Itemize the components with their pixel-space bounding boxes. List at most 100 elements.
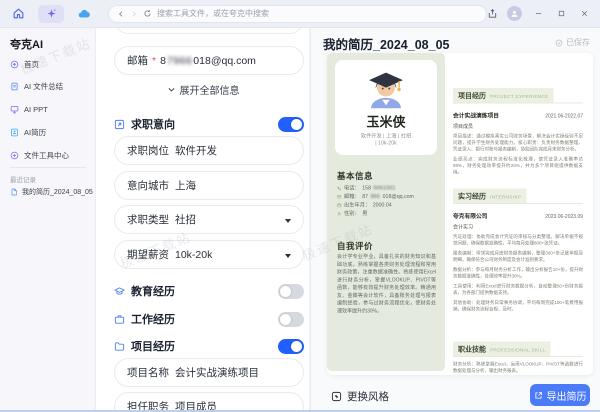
resume-form-panel: 联系电话 * 158 0061001 邮箱 * 8 7966 018@qq.co…	[96, 28, 310, 412]
back-icon[interactable]	[117, 10, 125, 18]
role-field[interactable]: 担任职务 项目成员	[114, 392, 304, 412]
field-value: 软件开发	[175, 145, 217, 157]
job-type-select[interactable]: 求职类型 社招	[114, 205, 304, 234]
document-icon	[10, 82, 19, 91]
home-icon[interactable]	[8, 4, 28, 24]
sidebar-item-file-summary[interactable]: AI 文件总结	[6, 78, 90, 95]
project-name-field[interactable]: 项目名称 会计实战演练项目	[114, 358, 304, 387]
folder-icon	[114, 341, 125, 352]
forward-icon[interactable]	[130, 10, 138, 18]
info-phone: 电话： 158 0061001	[337, 184, 437, 193]
resume-preview-panel: 我的简历_2024_08_05 已保存 玉米侠 软件开发 | 上海 | 社招 |…	[310, 28, 600, 410]
section-title-cn: 实习经历	[458, 192, 486, 200]
resume-subtitle-line1: 软件开发 | 上海 | 社招	[360, 133, 412, 139]
project-desc: 业绩亮点：完成财务流程标准化梳理，使凭证录入准确率达99%，财务处理效率提升约2…	[453, 156, 583, 175]
resume-left-column: 玉米侠 软件开发 | 上海 | 社招 | 10k-20k 基本信息 电话： 158…	[327, 53, 445, 371]
email-value-prefix: 8	[160, 54, 166, 67]
phone-icon	[337, 186, 342, 191]
info-value: 87	[362, 193, 369, 200]
education-toggle[interactable]	[278, 284, 304, 299]
tools-icon	[10, 151, 19, 160]
caret-down-icon	[285, 218, 291, 223]
skills-header: 职业技能 PROFESSIONAL SKILL	[453, 341, 583, 357]
ai-sparkle-icon[interactable]	[38, 4, 64, 23]
self-eval-text: 会计学专业毕业，具备扎实的财务知识和基础功底，熟练掌握各类财务处理流程和常用财务…	[337, 254, 436, 314]
mail-icon	[337, 195, 342, 200]
briefcase-icon	[114, 314, 125, 325]
sidebar-item-label: AI 文件总结	[24, 82, 64, 91]
section-title-en: INTERNSHIP	[490, 194, 522, 201]
recent-item-label: 我的简历_2024_08_05	[22, 189, 93, 196]
info-value: 男	[362, 210, 368, 217]
info-value: 018@qq.com	[382, 193, 414, 200]
cloud-drive-icon[interactable]	[74, 4, 94, 24]
job-intent-toggle[interactable]	[278, 117, 304, 132]
field-label: 意向城市	[127, 180, 169, 192]
sidebar-item-ai-resume[interactable]: AI简历	[6, 124, 90, 141]
email-label: 邮箱	[127, 55, 148, 67]
info-label: 邮箱：	[344, 193, 360, 200]
refresh-icon[interactable]	[143, 9, 152, 18]
titlebar: 搜索工具文件，或在夸克中搜索	[0, 0, 600, 28]
expand-all-info-button[interactable]: 展开全部信息	[96, 82, 309, 97]
internship-bullet: 报表编制：带领完成月度财务报表编制，整理300+条记账单据及明细，确保符合公司财…	[453, 250, 583, 263]
info-masked: 966	[370, 193, 381, 200]
user-avatar[interactable]	[507, 6, 522, 21]
saved-status: 已保存	[555, 37, 590, 48]
education-icon	[114, 286, 125, 297]
export-resume-button[interactable]: 导出简历	[530, 384, 590, 406]
salary-select[interactable]: 期望薪资 10k-20k	[114, 240, 304, 269]
field-value: 会计实战演练项目	[175, 367, 259, 379]
email-field[interactable]: 邮箱 * 8 7966 018@qq.com	[114, 46, 304, 75]
resume-name: 玉米侠	[366, 114, 406, 130]
job-title-field[interactable]: 求职岗位 软件开发	[114, 136, 304, 165]
sidebar-item-ai-ppt[interactable]: AI PPT	[6, 101, 90, 118]
calendar-icon	[337, 203, 342, 208]
section-label: 求职意向	[131, 119, 175, 131]
field-value: 项目成员	[175, 401, 217, 412]
sidebar-item-file-tools[interactable]: 文件工具中心	[6, 147, 90, 164]
internship-title-row: 夸克有限公司 2023.06-2023.09	[453, 212, 583, 220]
info-gender: 性别：男	[337, 210, 437, 219]
resume-title: 我的简历_2024_08_05	[323, 38, 450, 52]
minimize-button[interactable]	[531, 7, 545, 21]
field-label: 求职岗位	[127, 145, 169, 157]
recent-resume-item[interactable]: 我的简历_2024_08_05	[6, 184, 94, 200]
internship-bullet: 凭证处理：协助完成会计凭证的审核与分类整理，解决单据不规范问题，确保数据准确性，…	[453, 234, 583, 246]
share-icon[interactable]	[487, 8, 498, 19]
city-field[interactable]: 意向城市 上海	[114, 171, 304, 200]
sidebar-item-label: AI简历	[24, 128, 47, 137]
section-label: 工作经历	[131, 314, 175, 326]
internship-bullet: 其他协助：处理财务日常事务协调，平均每周完成100+笔费用报销，确保财务流程合规…	[453, 300, 583, 312]
sidebar-item-home[interactable]: 首页	[6, 56, 90, 73]
info-birth: 出生年月： 2000.04	[337, 201, 437, 210]
section-title-en: PROJECT EXPERIENCE	[490, 94, 549, 100]
resume-page: 玉米侠 软件开发 | 上海 | 社招 | 10k-20k 基本信息 电话： 158…	[327, 53, 593, 375]
sidebar-item-label: 文件工具中心	[24, 151, 69, 160]
section-title-cn: 职业技能	[458, 345, 486, 353]
internship-date: 2023.06-2023.09	[545, 214, 583, 220]
project-title-row: 会计实战演练项目 2021.06-2022.07	[453, 112, 583, 120]
resume-right-column: 项目经历 PROJECT EXPERIENCE 会计实战演练项目 2021.06-…	[445, 53, 593, 375]
work-toggle[interactable]	[278, 312, 304, 327]
info-email: 邮箱： 87 966 018@qq.com	[337, 193, 437, 202]
intent-icon	[114, 119, 125, 130]
close-button[interactable]	[577, 7, 591, 21]
recent-section-label: 最近记录	[10, 177, 36, 184]
change-style-label: 更换风格	[347, 391, 389, 403]
basic-info-list: 电话： 158 0061001 邮箱： 87 966 018@qq.com 出生年月： 20…	[337, 184, 437, 218]
search-placeholder: 搜索工具文件，或在夸克中搜索	[157, 9, 269, 18]
internship-role: 会计实习	[453, 224, 473, 231]
search-bar[interactable]: 搜索工具文件，或在夸克中搜索	[108, 4, 487, 23]
export-label: 导出简历	[546, 391, 587, 403]
maximize-button[interactable]	[554, 7, 568, 21]
swap-style-icon	[331, 391, 342, 402]
export-icon	[534, 391, 543, 400]
section-title-en: PROFESSIONAL SKILL	[490, 347, 546, 354]
presentation-icon	[10, 105, 19, 114]
phone-field[interactable]: 联系电话 * 158 0061001	[114, 28, 304, 34]
change-style-button[interactable]: 更换风格	[331, 389, 389, 404]
field-value: 上海	[175, 180, 196, 192]
job-intent-section-header: 求职意向	[114, 116, 175, 132]
project-toggle[interactable]	[278, 339, 304, 354]
